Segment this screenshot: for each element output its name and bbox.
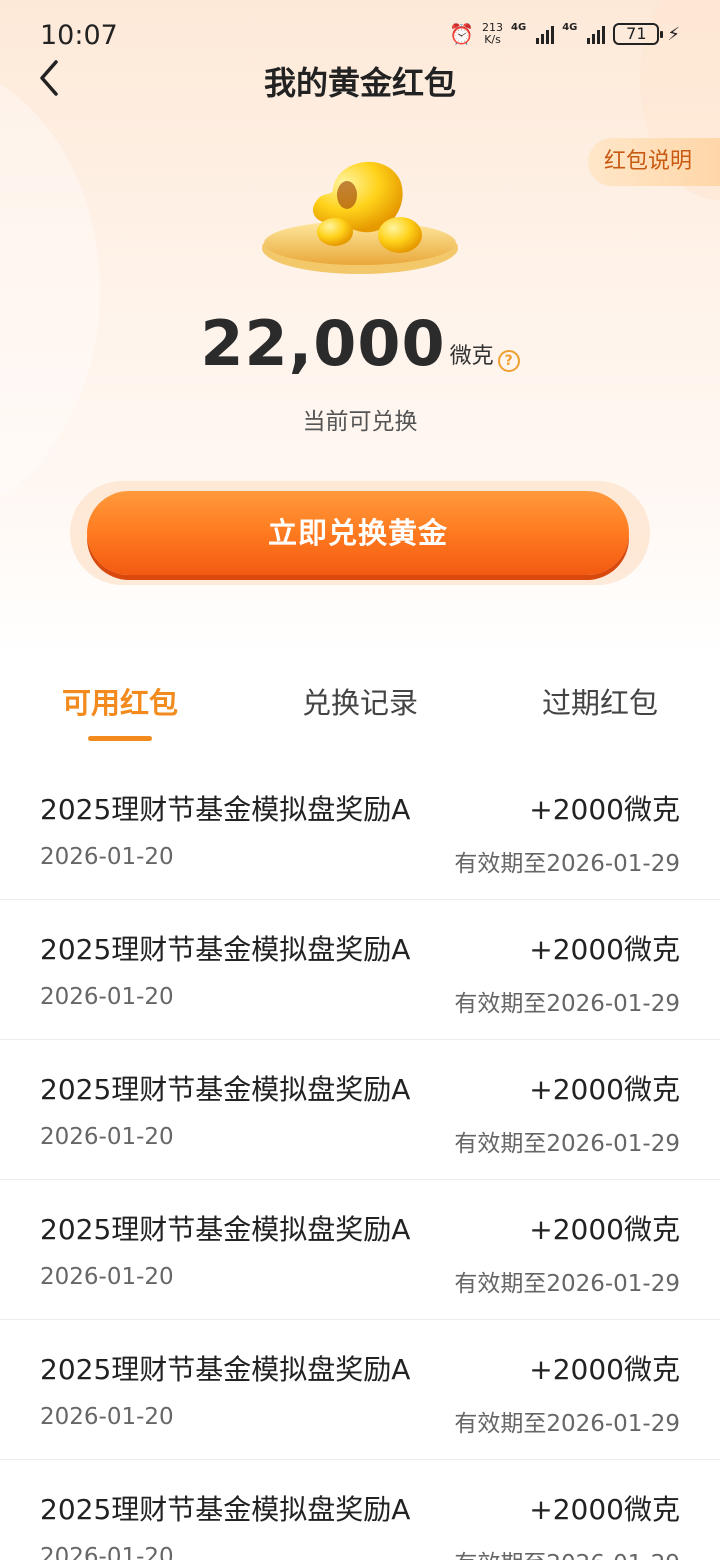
list-item[interactable]: 2025理财节基金模拟盘奖励A +2000微克 2026-01-20 有效期至2… — [0, 760, 720, 900]
status-time: 10:07 — [40, 19, 118, 51]
packet-title: 2025理财节基金模拟盘奖励A — [40, 793, 411, 826]
alarm-icon: ⏰ — [449, 22, 475, 46]
packet-expiry: 有效期至2026-01-29 — [454, 1411, 680, 1437]
packet-date: 2026-01-20 — [40, 1124, 174, 1150]
balance-subtitle: 当前可兑换 — [302, 409, 418, 435]
packet-date: 2026-01-20 — [40, 1264, 174, 1290]
nav-bar: 我的黄金红包 — [0, 48, 720, 108]
balance-amount: 22,000 — [200, 307, 446, 380]
tab-history[interactable]: 兑换记录 — [240, 680, 480, 722]
redeem-gold-button[interactable]: 立即兑换黄金 — [87, 491, 629, 575]
packet-expiry: 有效期至2026-01-29 — [454, 1271, 680, 1297]
packet-amount: +2000微克 — [529, 1493, 680, 1526]
packet-amount: +2000微克 — [529, 1073, 680, 1106]
packet-date: 2026-01-20 — [40, 984, 174, 1010]
net-speed: 213 K/s — [482, 22, 503, 46]
tab-available[interactable]: 可用红包 — [0, 680, 240, 722]
signal-icon — [536, 24, 555, 44]
list-item[interactable]: 2025理财节基金模拟盘奖励A +2000微克 2026-01-20 有效期至2… — [0, 1180, 720, 1320]
packet-expiry: 有效期至2026-01-29 — [454, 1544, 680, 1560]
explain-button[interactable]: 红包说明 — [588, 138, 720, 186]
status-icons: ⏰ 213 K/s 4G 4G 71 ⚡ — [449, 22, 680, 47]
signal-icon — [587, 24, 606, 44]
packet-title: 2025理财节基金模拟盘奖励A — [40, 1213, 411, 1246]
balance-unit: 微克 — [449, 344, 494, 369]
packet-amount: +2000微克 — [529, 1213, 680, 1246]
packet-amount: +2000微克 — [529, 933, 680, 966]
packet-expiry: 有效期至2026-01-29 — [454, 851, 680, 877]
net-speed-unit: K/s — [484, 33, 501, 46]
help-icon[interactable]: ? — [497, 350, 520, 372]
balance-row: 22,000 微克 ? — [0, 308, 720, 380]
packet-expiry: 有效期至2026-01-29 — [454, 1131, 680, 1157]
packet-title: 2025理财节基金模拟盘奖励A — [40, 1073, 411, 1106]
packet-list: 2025理财节基金模拟盘奖励A +2000微克 2026-01-20 有效期至2… — [0, 760, 720, 1560]
signal-label: 4G — [562, 22, 578, 33]
signal-label: 4G — [511, 22, 527, 33]
list-item[interactable]: 2025理财节基金模拟盘奖励A +2000微克 2026-01-20 有效期至2… — [0, 1460, 720, 1560]
list-item[interactable]: 2025理财节基金模拟盘奖励A +2000微克 2026-01-20 有效期至2… — [0, 1320, 720, 1460]
list-item[interactable]: 2025理财节基金模拟盘奖励A +2000微克 2026-01-20 有效期至2… — [0, 900, 720, 1040]
tab-expired[interactable]: 过期红包 — [480, 680, 720, 722]
list-item[interactable]: 2025理财节基金模拟盘奖励A +2000微克 2026-01-20 有效期至2… — [0, 1040, 720, 1180]
tab-bar: 可用红包 兑换记录 过期红包 — [0, 680, 720, 750]
packet-title: 2025理财节基金模拟盘奖励A — [40, 1353, 411, 1386]
packet-amount: +2000微克 — [529, 793, 680, 826]
packet-amount: +2000微克 — [529, 1353, 680, 1386]
gold-beans-icon — [262, 161, 458, 274]
battery-icon: 71 — [613, 23, 664, 45]
packet-expiry: 有效期至2026-01-29 — [454, 991, 680, 1017]
packet-title: 2025理财节基金模拟盘奖励A — [40, 933, 411, 966]
packet-title: 2025理财节基金模拟盘奖励A — [40, 1493, 411, 1526]
packet-date: 2026-01-20 — [40, 1544, 174, 1560]
packet-date: 2026-01-20 — [40, 844, 174, 870]
page-title: 我的黄金红包 — [263, 64, 456, 102]
tab-indicator — [88, 736, 152, 741]
charging-icon: ⚡ — [667, 23, 680, 45]
packet-date: 2026-01-20 — [40, 1404, 174, 1430]
decor-blob — [0, 60, 100, 520]
